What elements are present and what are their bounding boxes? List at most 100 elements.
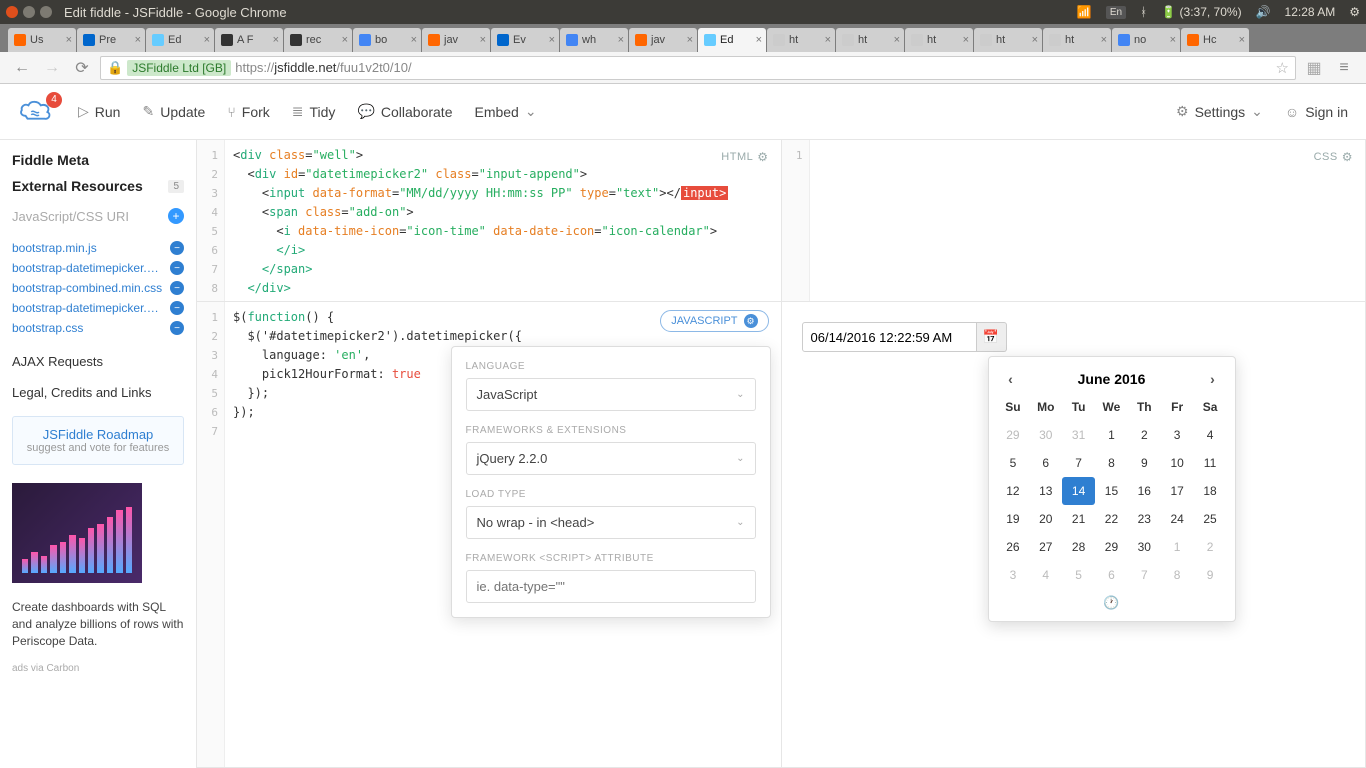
window-maximize-button[interactable]: [40, 6, 52, 18]
notifications-badge[interactable]: 4: [46, 92, 62, 108]
ad-text[interactable]: Create dashboards with SQL and analyze b…: [12, 599, 184, 649]
resource-uri-input[interactable]: JavaScript/CSS URI +: [12, 204, 184, 228]
close-tab-icon[interactable]: ×: [135, 34, 141, 46]
close-tab-icon[interactable]: ×: [1032, 34, 1038, 46]
remove-resource-button[interactable]: −: [170, 321, 184, 335]
close-tab-icon[interactable]: ×: [687, 34, 693, 46]
browser-tab[interactable]: wh×: [560, 28, 628, 52]
bluetooth-icon[interactable]: ᚼ: [1140, 5, 1147, 19]
extensions-icon[interactable]: ▦: [1302, 56, 1326, 80]
browser-tab[interactable]: jav×: [422, 28, 490, 52]
tidy-button[interactable]: ≣Tidy: [292, 103, 336, 120]
browser-tab[interactable]: Ed×: [146, 28, 214, 52]
browser-tab[interactable]: Pre×: [77, 28, 145, 52]
time-toggle-button[interactable]: 🕐: [997, 589, 1227, 613]
calendar-day[interactable]: 4: [1194, 421, 1227, 449]
external-resources-heading[interactable]: External Resources: [12, 178, 143, 194]
forward-button[interactable]: →: [40, 56, 64, 80]
calendar-day[interactable]: 23: [1128, 505, 1161, 533]
close-tab-icon[interactable]: ×: [894, 34, 900, 46]
js-pane[interactable]: JAVASCRIPT ⚙ 1234567 $(function() { $('#…: [197, 302, 782, 768]
calendar-addon-button[interactable]: 📅: [977, 322, 1007, 352]
jsfiddle-logo[interactable]: 4: [18, 98, 56, 126]
remove-resource-button[interactable]: −: [170, 241, 184, 255]
close-tab-icon[interactable]: ×: [825, 34, 831, 46]
browser-tab[interactable]: ht×: [836, 28, 904, 52]
legal-heading[interactable]: Legal, Credits and Links: [12, 385, 184, 400]
calendar-day[interactable]: 31: [1062, 421, 1095, 449]
loadtype-select[interactable]: No wrap - in <head>⌄: [466, 506, 756, 539]
calendar-day[interactable]: 11: [1194, 449, 1227, 477]
calendar-day[interactable]: 15: [1095, 477, 1128, 505]
wifi-icon[interactable]: 📶: [1077, 5, 1092, 19]
browser-tab[interactable]: rec×: [284, 28, 352, 52]
calendar-day[interactable]: 6: [1029, 449, 1062, 477]
calendar-day[interactable]: 17: [1161, 477, 1194, 505]
clock[interactable]: 12:28 AM: [1285, 5, 1336, 19]
calendar-day[interactable]: 30: [1029, 421, 1062, 449]
browser-tab[interactable]: Ed×: [698, 28, 766, 52]
script-attr-input[interactable]: [466, 570, 756, 603]
close-tab-icon[interactable]: ×: [411, 34, 417, 46]
lang-indicator[interactable]: En: [1106, 6, 1126, 19]
calendar-day[interactable]: 3: [1161, 421, 1194, 449]
html-pane[interactable]: HTML⚙ 12345678 <div class="well"> <div i…: [197, 140, 782, 302]
browser-tab[interactable]: ht×: [974, 28, 1042, 52]
calendar-day[interactable]: 28: [1062, 533, 1095, 561]
calendar-day[interactable]: 29: [1095, 533, 1128, 561]
close-tab-icon[interactable]: ×: [273, 34, 279, 46]
embed-button[interactable]: Embed⌄: [474, 103, 536, 120]
language-select[interactable]: JavaScript⌄: [466, 378, 756, 411]
resource-item[interactable]: bootstrap-datetimepicker.min.css−: [12, 298, 184, 318]
close-tab-icon[interactable]: ×: [1170, 34, 1176, 46]
browser-tab[interactable]: bo×: [353, 28, 421, 52]
fiddle-meta-heading[interactable]: Fiddle Meta: [12, 152, 184, 168]
calendar-day[interactable]: 5: [1062, 561, 1095, 589]
css-editor[interactable]: [810, 140, 1366, 301]
address-bar[interactable]: 🔒 JSFiddle Ltd [GB] https://jsfiddle.net…: [100, 56, 1296, 80]
ad-image[interactable]: [12, 483, 142, 583]
calendar-day[interactable]: 1: [1095, 421, 1128, 449]
calendar-day[interactable]: 24: [1161, 505, 1194, 533]
calendar-day[interactable]: 5: [997, 449, 1030, 477]
window-close-button[interactable]: [6, 6, 18, 18]
calendar-day[interactable]: 26: [997, 533, 1030, 561]
reload-button[interactable]: ⟳: [70, 56, 94, 80]
resource-item[interactable]: bootstrap-datetimepicker.min.js−: [12, 258, 184, 278]
css-pane[interactable]: CSS⚙ 1: [782, 140, 1366, 302]
remove-resource-button[interactable]: −: [170, 281, 184, 295]
remove-resource-button[interactable]: −: [170, 301, 184, 315]
calendar-day[interactable]: 2: [1194, 533, 1227, 561]
resource-item[interactable]: bootstrap.min.js−: [12, 238, 184, 258]
js-settings-pill[interactable]: JAVASCRIPT ⚙: [660, 310, 768, 332]
framework-select[interactable]: jQuery 2.2.0⌄: [466, 442, 756, 475]
gear-icon[interactable]: ⚙: [1349, 5, 1360, 19]
calendar-day[interactable]: 2: [1128, 421, 1161, 449]
calendar-day[interactable]: 19: [997, 505, 1030, 533]
calendar-day[interactable]: 30: [1128, 533, 1161, 561]
close-tab-icon[interactable]: ×: [618, 34, 624, 46]
next-month-button[interactable]: ›: [1203, 371, 1223, 387]
close-tab-icon[interactable]: ×: [480, 34, 486, 46]
signin-button[interactable]: ☺Sign in: [1285, 104, 1348, 120]
roadmap-card[interactable]: JSFiddle Roadmap suggest and vote for fe…: [12, 416, 184, 465]
resource-item[interactable]: bootstrap.css−: [12, 318, 184, 338]
back-button[interactable]: ←: [10, 56, 34, 80]
browser-tab[interactable]: ht×: [1043, 28, 1111, 52]
calendar-day[interactable]: 10: [1161, 449, 1194, 477]
close-tab-icon[interactable]: ×: [342, 34, 348, 46]
browser-tab[interactable]: jav×: [629, 28, 697, 52]
close-tab-icon[interactable]: ×: [1239, 34, 1245, 46]
month-title[interactable]: June 2016: [1078, 371, 1146, 387]
menu-icon[interactable]: ≡: [1332, 56, 1356, 80]
calendar-day[interactable]: 25: [1194, 505, 1227, 533]
datetime-input[interactable]: [802, 322, 977, 352]
browser-tab[interactable]: Ev×: [491, 28, 559, 52]
collaborate-button[interactable]: 💬Collaborate: [357, 103, 452, 120]
calendar-day[interactable]: 12: [997, 477, 1030, 505]
calendar-day[interactable]: 8: [1161, 561, 1194, 589]
volume-icon[interactable]: 🔊: [1256, 5, 1271, 19]
gear-icon[interactable]: ⚙: [757, 150, 768, 164]
battery-indicator[interactable]: 🔋 (3:37, 70%): [1161, 5, 1241, 19]
run-button[interactable]: ▷Run: [78, 103, 120, 120]
